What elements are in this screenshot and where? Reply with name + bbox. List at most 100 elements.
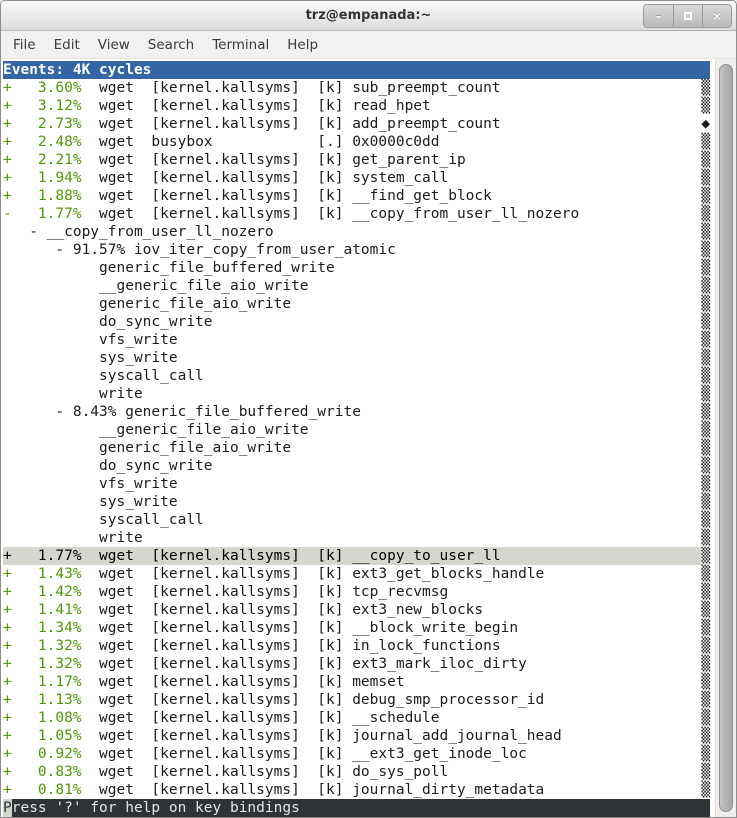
- window-title: trz@empanada:~: [306, 8, 432, 23]
- scrollbar-thumb[interactable]: [719, 64, 733, 812]
- close-button[interactable]: ✕: [702, 5, 731, 27]
- perf-entry-row[interactable]: + 0.92% wget [kernel.kallsyms] [k] __ext…: [3, 745, 715, 763]
- perf-entry-row[interactable]: + 0.83% wget [kernel.kallsyms] [k] do_sy…: [3, 763, 715, 781]
- maximize-button[interactable]: [673, 5, 702, 27]
- perf-entry-row[interactable]: + 2.21% wget [kernel.kallsyms] [k] get_p…: [3, 151, 715, 169]
- perf-rows: + 3.60% wget [kernel.kallsyms] [k] sub_p…: [3, 79, 715, 799]
- tui-scrollbar-shade: ▒: [701, 421, 710, 439]
- tui-scrollbar-shade: ▒: [701, 511, 710, 529]
- callchain-row[interactable]: sys_write ▒: [3, 493, 715, 511]
- perf-entry-row[interactable]: + 1.05% wget [kernel.kallsyms] [k] journ…: [3, 727, 715, 745]
- tui-scrollbar-shade: ▒: [701, 385, 710, 403]
- tui-scrollbar-shade: ▒: [701, 97, 710, 115]
- menu-item-terminal[interactable]: Terminal: [203, 33, 278, 57]
- tui-scrollbar-shade: ▒: [701, 547, 710, 565]
- tui-scrollbar-shade: ▒: [701, 133, 710, 151]
- close-icon: ✕: [712, 10, 721, 23]
- tui-scrollbar-shade: ▒: [701, 709, 710, 727]
- scrollbar[interactable]: [715, 59, 736, 817]
- tui-scrollbar-shade: ▒: [701, 295, 710, 313]
- perf-entry-row[interactable]: + 1.41% wget [kernel.kallsyms] [k] ext3_…: [3, 601, 715, 619]
- tui-scrollbar-shade: ▒: [701, 151, 710, 169]
- tui-scrollbar-shade: ▒: [701, 457, 710, 475]
- tui-scrollbar-shade: ▒: [701, 313, 710, 331]
- callchain-row[interactable]: - 8.43% generic_file_buffered_write ▒: [3, 403, 715, 421]
- tui-scrollbar-shade: ▒: [701, 637, 710, 655]
- callchain-row[interactable]: syscall_call ▒: [3, 367, 715, 385]
- perf-events-header: Events: 4K cycles: [3, 61, 710, 79]
- tui-scrollbar-shade: ▒: [701, 493, 710, 511]
- callchain-row[interactable]: __generic_file_aio_write ▒: [3, 277, 715, 295]
- perf-entry-row[interactable]: + 1.17% wget [kernel.kallsyms] [k] memse…: [3, 673, 715, 691]
- tui-scrollbar-shade: ▒: [701, 169, 710, 187]
- callchain-row[interactable]: syscall_call ▒: [3, 511, 715, 529]
- tui-scrollbar-shade: ▒: [701, 565, 710, 583]
- minimize-icon: –: [656, 10, 662, 23]
- perf-entry-row[interactable]: + 0.81% wget [kernel.kallsyms] [k] journ…: [3, 781, 715, 799]
- callchain-row[interactable]: vfs_write ▒: [3, 331, 715, 349]
- tui-scrollbar-shade: ▒: [701, 655, 710, 673]
- perf-entry-row[interactable]: + 1.88% wget [kernel.kallsyms] [k] __fin…: [3, 187, 715, 205]
- tui-scrollbar-shade: ▒: [701, 781, 710, 799]
- minimize-button[interactable]: –: [644, 5, 673, 27]
- menu-item-edit[interactable]: Edit: [45, 33, 89, 57]
- tui-scrollbar-shade: ▒: [701, 763, 710, 781]
- tui-scrollbar-shade: ▒: [701, 241, 710, 259]
- tui-scrollbar-shade: ▒: [701, 205, 710, 223]
- perf-entry-row[interactable]: + 1.32% wget [kernel.kallsyms] [k] ext3_…: [3, 655, 715, 673]
- status-text: ress '?' for help on key bindings: [12, 800, 710, 816]
- callchain-row[interactable]: sys_write ▒: [3, 349, 715, 367]
- tui-scrollbar-shade: ▒: [701, 727, 710, 745]
- perf-entry-row[interactable]: + 1.08% wget [kernel.kallsyms] [k] __sch…: [3, 709, 715, 727]
- tui-scrollbar-shade: ▒: [701, 583, 710, 601]
- tui-scrollbar-shade: ▒: [701, 691, 710, 709]
- tui-scrollbar-shade: ▒: [701, 367, 710, 385]
- callchain-row[interactable]: __generic_file_aio_write ▒: [3, 421, 715, 439]
- tui-scrollbar-shade: ▒: [701, 601, 710, 619]
- maximize-icon: [684, 12, 692, 20]
- status-bar: Press '?' for help on key bindings: [3, 799, 710, 817]
- menu-item-file[interactable]: File: [4, 33, 45, 57]
- tui-scrollbar-shade: ▒: [701, 745, 710, 763]
- terminal-screen[interactable]: Events: 4K cycles + 3.60% wget [kernel.k…: [1, 59, 715, 817]
- perf-entry-row[interactable]: + 1.32% wget [kernel.kallsyms] [k] in_lo…: [3, 637, 715, 655]
- perf-entry-row[interactable]: + 1.13% wget [kernel.kallsyms] [k] debug…: [3, 691, 715, 709]
- tui-scrollbar-shade: ▒: [701, 349, 710, 367]
- callchain-row[interactable]: generic_file_buffered_write ▒: [3, 259, 715, 277]
- perf-entry-row[interactable]: + 1.77% wget [kernel.kallsyms] [k] __cop…: [3, 547, 715, 565]
- tui-scrollbar-shade: ▒: [701, 331, 710, 349]
- tui-scrollbar-shade: ▒: [701, 619, 710, 637]
- perf-entry-row[interactable]: + 1.43% wget [kernel.kallsyms] [k] ext3_…: [3, 565, 715, 583]
- callchain-row[interactable]: write ▒: [3, 529, 715, 547]
- tui-scrollbar-shade: ▒: [701, 277, 710, 295]
- callchain-row[interactable]: do_sync_write ▒: [3, 457, 715, 475]
- callchain-row[interactable]: - 91.57% iov_iter_copy_from_user_atomic …: [3, 241, 715, 259]
- menu-item-help[interactable]: Help: [278, 33, 327, 57]
- perf-entry-row[interactable]: + 1.42% wget [kernel.kallsyms] [k] tcp_r…: [3, 583, 715, 601]
- scroll-position-marker-icon: ◆: [701, 115, 710, 133]
- perf-entry-row[interactable]: + 2.73% wget [kernel.kallsyms] [k] add_p…: [3, 115, 715, 133]
- callchain-row[interactable]: generic_file_aio_write ▒: [3, 295, 715, 313]
- perf-entry-row[interactable]: + 3.12% wget [kernel.kallsyms] [k] read_…: [3, 97, 715, 115]
- tui-scrollbar-shade: ▒: [701, 529, 710, 547]
- callchain-row[interactable]: do_sync_write ▒: [3, 313, 715, 331]
- perf-entry-row[interactable]: + 2.48% wget busybox [.] 0x0000c0dd ▒: [3, 133, 715, 151]
- tui-scrollbar-shade: ▒: [701, 439, 710, 457]
- menu-item-search[interactable]: Search: [139, 33, 203, 57]
- callchain-row[interactable]: - __copy_from_user_ll_nozero ▒: [3, 223, 715, 241]
- perf-entry-row[interactable]: + 3.60% wget [kernel.kallsyms] [k] sub_p…: [3, 79, 715, 97]
- menu-item-view[interactable]: View: [89, 33, 139, 57]
- perf-entry-row[interactable]: + 1.34% wget [kernel.kallsyms] [k] __blo…: [3, 619, 715, 637]
- terminal-area: Events: 4K cycles + 3.60% wget [kernel.k…: [1, 59, 736, 817]
- terminal-cursor: P: [3, 799, 12, 817]
- callchain-row[interactable]: vfs_write ▒: [3, 475, 715, 493]
- tui-scrollbar-shade: ▒: [701, 475, 710, 493]
- tui-scrollbar-shade: ▒: [701, 187, 710, 205]
- perf-entry-row[interactable]: + 1.94% wget [kernel.kallsyms] [k] syste…: [3, 169, 715, 187]
- callchain-row[interactable]: generic_file_aio_write ▒: [3, 439, 715, 457]
- callchain-row[interactable]: write ▒: [3, 385, 715, 403]
- tui-scrollbar-shade: ▒: [701, 259, 710, 277]
- perf-entry-row[interactable]: - 1.77% wget [kernel.kallsyms] [k] __cop…: [3, 205, 715, 223]
- title-bar[interactable]: trz@empanada:~ – ✕: [1, 1, 736, 31]
- tui-scrollbar-shade: ▒: [701, 223, 710, 241]
